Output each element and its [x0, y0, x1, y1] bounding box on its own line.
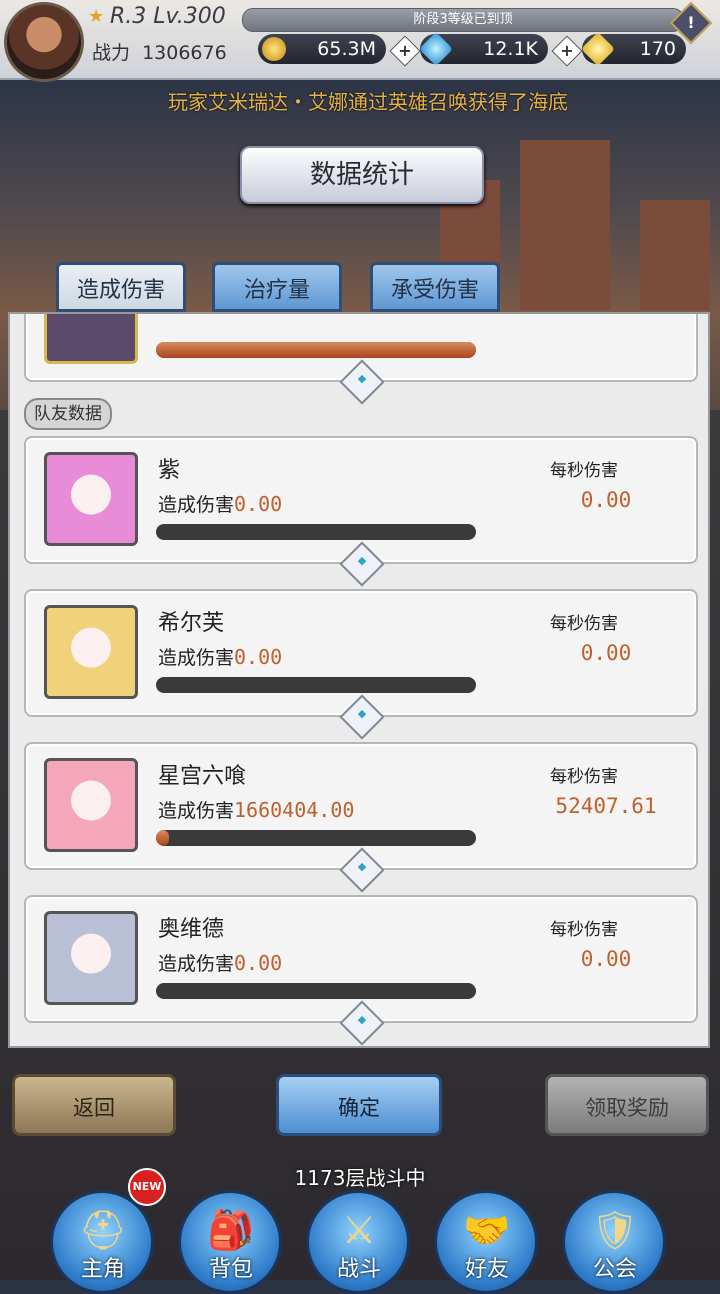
damage-dealt: 造成伤害0.00	[158, 645, 283, 669]
dps-value: 52407.61	[555, 794, 657, 818]
dps-value: 0.00	[580, 488, 632, 512]
hero-card: 紫 造成伤害0.00 每秒伤害 0.00	[24, 436, 698, 587]
expand-toggle-icon[interactable]	[339, 694, 385, 740]
nav-backpack-label: 背包	[208, 1257, 253, 1282]
nav-battle-label: 战斗	[336, 1257, 381, 1282]
dps-label: 每秒伤害	[550, 767, 618, 787]
power-label: 战力	[92, 42, 131, 64]
stage-progress-bar: 阶段3等级已到顶	[242, 8, 684, 32]
nav-friends[interactable]: 🤝 好友	[434, 1190, 538, 1294]
dps-value: 0.00	[580, 641, 632, 665]
hero-card: 希尔芙 造成伤害0.00 每秒伤害 0.00	[24, 589, 698, 740]
nav-guild[interactable]: 🛡 公会	[562, 1190, 666, 1294]
damage-dealt: 造成伤害1660404.00	[158, 798, 355, 822]
tab-damage-dealt[interactable]: 造成伤害	[56, 262, 186, 312]
expand-toggle-icon[interactable]	[339, 359, 385, 405]
nav-hero-label: 主角	[80, 1257, 125, 1282]
nav-battle[interactable]: ⚔ 战斗	[306, 1190, 410, 1294]
crystal-resource: 12.1K	[419, 32, 548, 66]
damage-value: 1660404.00	[234, 798, 355, 822]
crystal-value: 12.1K	[483, 38, 538, 60]
gem-value: 170	[639, 38, 676, 60]
hero-portrait[interactable]	[44, 452, 138, 546]
page-title: 数据统计	[240, 146, 484, 204]
rank-level: R.3 Lv.300	[110, 4, 226, 29]
player-card	[24, 314, 698, 405]
gem-resource: 170	[581, 32, 686, 66]
broadcast-ticker: 玩家艾米瑞达・艾娜通过英雄召唤获得了海底	[168, 90, 568, 114]
expand-toggle-icon[interactable]	[339, 541, 385, 587]
nav-guild-label: 公会	[592, 1257, 637, 1282]
hero-name: 紫	[158, 458, 181, 483]
hero-card: 星宫六喰 造成伤害1660404.00 每秒伤害 52407.61	[24, 742, 698, 893]
damage-bar	[156, 830, 476, 846]
player-damage-bar-fill	[156, 342, 476, 358]
player-portrait	[44, 314, 138, 364]
player-avatar[interactable]	[4, 2, 84, 82]
expand-toggle-icon[interactable]	[339, 1000, 385, 1046]
crossed-swords-icon: ⚔	[341, 1208, 377, 1252]
dps-label: 每秒伤害	[550, 614, 618, 634]
nav-hero[interactable]: ⛑ 主角	[50, 1190, 154, 1294]
dps-label: 每秒伤害	[550, 461, 618, 481]
tab-damage-taken[interactable]: 承受伤害	[370, 262, 500, 312]
hero-portrait[interactable]	[44, 911, 138, 1005]
power-display: 战力 1306676	[92, 38, 227, 65]
hero-card: 奥维德 造成伤害0.00 每秒伤害 0.00	[24, 895, 698, 1046]
damage-value: 0.00	[234, 645, 283, 669]
stats-panel[interactable]: 队友数据 紫 造成伤害0.00 每秒伤害 0.00 希尔芙 造成伤害0.00 每…	[8, 312, 710, 1048]
dps-value: 0.00	[580, 947, 632, 971]
backpack-icon: 🎒	[207, 1208, 255, 1252]
gold-value: 65.3M	[317, 38, 376, 60]
helmet-icon: ⛑	[78, 1208, 128, 1252]
claim-reward-button[interactable]: 领取奖励	[545, 1074, 709, 1136]
floor-battle-status: 1173层战斗中	[294, 1166, 426, 1190]
gold-coin-icon	[262, 37, 286, 61]
teammate-section-label: 队友数据	[24, 398, 112, 430]
damage-value: 0.00	[234, 492, 283, 516]
hero-portrait[interactable]	[44, 605, 138, 699]
damage-bar	[156, 524, 476, 540]
gold-resource: 65.3M	[258, 34, 386, 64]
confirm-button[interactable]: 确定	[276, 1074, 442, 1136]
damage-value: 0.00	[234, 951, 283, 975]
rank-star-icon: ★	[88, 6, 105, 27]
hero-name: 星宫六喰	[158, 764, 247, 789]
damage-bar	[156, 677, 476, 693]
player-damage-bar	[156, 342, 476, 358]
tab-healing[interactable]: 治疗量	[212, 262, 342, 312]
damage-bar-fill	[156, 830, 169, 846]
new-badge: NEW	[128, 1168, 166, 1206]
hero-name: 希尔芙	[158, 611, 225, 636]
back-button[interactable]: 返回	[12, 1074, 176, 1136]
hero-portrait[interactable]	[44, 758, 138, 852]
guild-crest-icon: 🛡	[590, 1208, 640, 1252]
damage-dealt: 造成伤害0.00	[158, 492, 283, 516]
nav-friends-label: 好友	[464, 1257, 509, 1282]
damage-bar	[156, 983, 476, 999]
expand-toggle-icon[interactable]	[339, 847, 385, 893]
hero-name: 奥维德	[158, 917, 225, 942]
dps-label: 每秒伤害	[550, 920, 618, 940]
nav-backpack[interactable]: 🎒 背包	[178, 1190, 282, 1294]
bottom-navigation: ⛑ 主角 🎒 背包 ⚔ 战斗 🤝 好友 🛡 公会	[0, 1190, 720, 1294]
damage-dealt: 造成伤害0.00	[158, 951, 283, 975]
power-value: 1306676	[142, 42, 227, 64]
handshake-icon: 🤝	[463, 1208, 511, 1252]
